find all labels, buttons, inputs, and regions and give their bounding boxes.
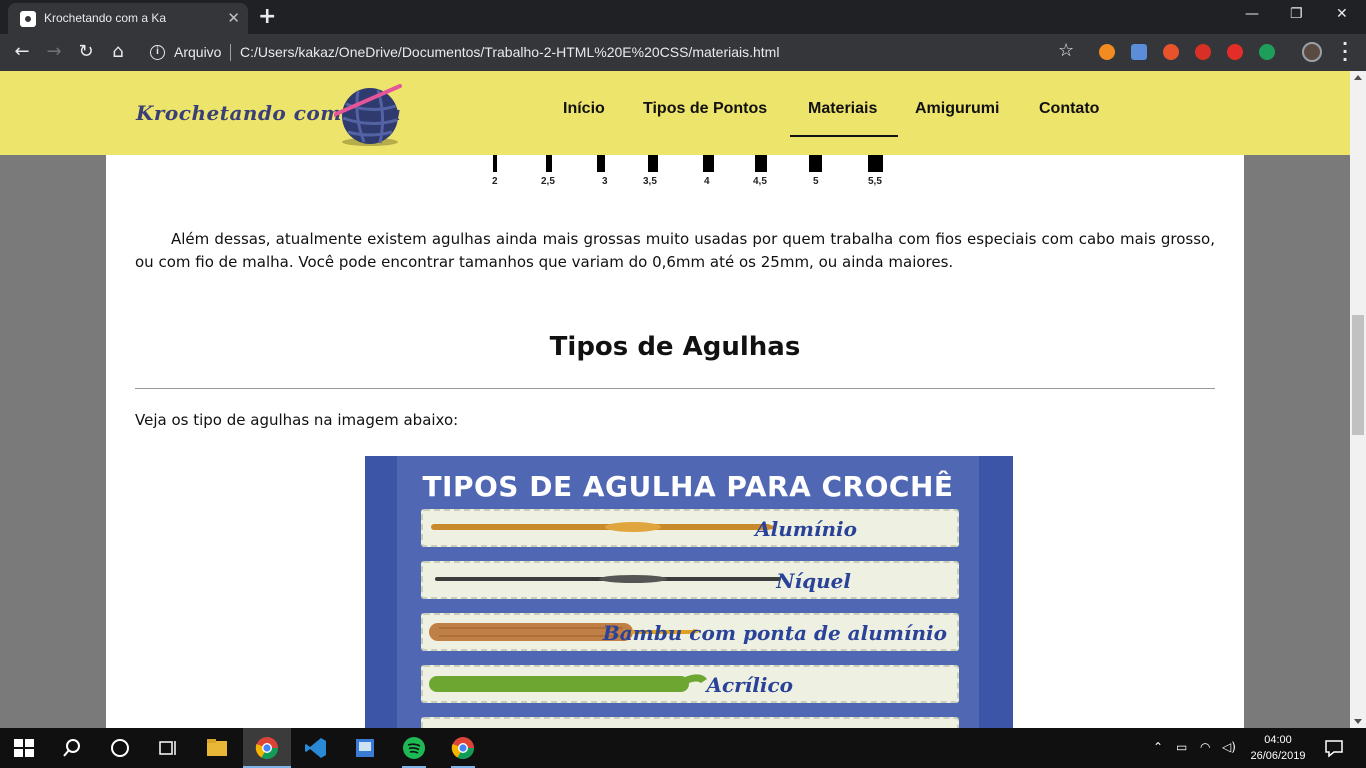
restore-window-icon[interactable]: ❐ bbox=[1290, 6, 1303, 22]
address-bar[interactable]: i Arquivo C:/Users/kakaz/OneDrive/Docume… bbox=[142, 38, 1084, 67]
extension-youtube-icon[interactable] bbox=[1227, 44, 1243, 60]
main-content: 2 2,5 3 3,5 4 4,5 5 5,5 Além dessas, atu… bbox=[106, 155, 1244, 728]
browser-tab[interactable]: Krochetando com a Ka ✕ bbox=[8, 3, 248, 34]
tab-title: Krochetando com a Ka bbox=[44, 11, 167, 25]
battery-icon[interactable]: ▭ bbox=[1176, 740, 1187, 754]
ruler-bar bbox=[868, 155, 883, 172]
ruler-label: 4,5 bbox=[753, 176, 767, 187]
ruler-label: 5 bbox=[813, 176, 819, 187]
hook-types-infographic: TIPOS DE AGULHA PARA CROCHÊ Alumínio Níq… bbox=[365, 456, 1013, 728]
volume-icon[interactable]: ◁) bbox=[1222, 740, 1236, 754]
paragraph-thick-hooks: Além dessas, atualmente existem agulhas … bbox=[135, 228, 1215, 274]
ruler-label: 5,5 bbox=[868, 176, 882, 187]
taskbar-clock[interactable]: 04:00 26/06/2019 bbox=[1248, 732, 1308, 764]
browser-menu-icon[interactable]: · · · bbox=[1340, 36, 1350, 68]
paragraph-see-image: Veja os tipo de agulhas na imagem abaixo… bbox=[135, 411, 459, 429]
site-favicon-icon bbox=[20, 11, 36, 27]
reload-icon[interactable]: ↻ bbox=[74, 40, 98, 64]
file-explorer-icon[interactable] bbox=[205, 736, 229, 760]
home-icon[interactable]: ⌂ bbox=[106, 40, 130, 64]
site-info-icon[interactable]: i bbox=[150, 45, 165, 60]
hook-row-niquel: Níquel bbox=[421, 561, 959, 599]
close-window-icon[interactable]: ✕ bbox=[1336, 6, 1348, 22]
ruler-bar bbox=[648, 155, 658, 172]
hook-label-acrilico: Acrílico bbox=[706, 673, 793, 697]
nav-item-tipos-de-pontos[interactable]: Tipos de Pontos bbox=[643, 100, 767, 118]
new-tab-button[interactable]: + bbox=[258, 4, 276, 29]
search-icon[interactable] bbox=[60, 736, 84, 760]
wifi-icon[interactable]: ◠ bbox=[1200, 740, 1210, 754]
bookmark-star-icon[interactable]: ☆ bbox=[1058, 40, 1074, 61]
nav-item-inicio[interactable]: Início bbox=[563, 100, 605, 118]
nav-item-materiais[interactable]: Materiais bbox=[808, 100, 877, 118]
chrome-icon[interactable] bbox=[255, 736, 279, 760]
site-header: Krochetando com a Ka Início Tipos de Pon… bbox=[0, 71, 1350, 155]
ruler-label: 3 bbox=[602, 176, 608, 187]
hook-row-acrilico: Acrílico bbox=[421, 665, 959, 703]
hook-label-niquel: Níquel bbox=[776, 569, 851, 593]
extension-play-icon[interactable] bbox=[1099, 44, 1115, 60]
page-viewport: Krochetando com a Ka Início Tipos de Pon… bbox=[0, 71, 1350, 728]
ruler-bar bbox=[755, 155, 767, 172]
browser-tab-strip: Krochetando com a Ka ✕ + — ❐ ✕ bbox=[0, 0, 1366, 34]
address-url[interactable]: C:/Users/kakaz/OneDrive/Documentos/Traba… bbox=[240, 44, 779, 60]
ruler-bar bbox=[597, 155, 605, 172]
back-arrow-icon[interactable]: ← bbox=[10, 40, 34, 64]
hook-row-aluminio: Alumínio bbox=[421, 509, 959, 547]
ruler-bar bbox=[703, 155, 714, 172]
ruler-bar bbox=[493, 155, 497, 172]
extension-adblock-icon[interactable] bbox=[1195, 44, 1211, 60]
tray-chevron-up-icon[interactable]: ⌃ bbox=[1153, 740, 1163, 754]
hook-label-aluminio: Alumínio bbox=[755, 517, 857, 541]
clock-time: 04:00 bbox=[1264, 734, 1292, 746]
aluminum-hook-icon bbox=[431, 522, 775, 532]
task-view-icon[interactable] bbox=[156, 736, 180, 760]
ruler-bar bbox=[546, 155, 552, 172]
ruler-label: 2,5 bbox=[541, 176, 555, 187]
ruler-label: 4 bbox=[704, 176, 710, 187]
address-scheme-label: Arquivo bbox=[174, 44, 222, 60]
extension-translate-icon[interactable] bbox=[1131, 44, 1147, 60]
forward-arrow-icon[interactable]: → bbox=[42, 40, 66, 64]
minimize-window-icon[interactable]: — bbox=[1245, 6, 1259, 22]
cortana-icon[interactable] bbox=[108, 736, 132, 760]
scroll-up-arrow-icon[interactable] bbox=[1354, 75, 1362, 80]
section-heading: Tipos de Agulhas bbox=[549, 332, 801, 362]
tab-close-icon[interactable]: ✕ bbox=[227, 9, 240, 27]
ruler-label: 2 bbox=[492, 176, 498, 187]
hook-row-bambu: Bambu com ponta de alumínio bbox=[421, 613, 959, 651]
notification-center-icon[interactable] bbox=[1322, 736, 1346, 760]
hook-label-bambu: Bambu com ponta de alumínio bbox=[602, 621, 947, 645]
paragraph-thick-hooks-text: Além dessas, atualmente existem agulhas … bbox=[135, 230, 1215, 271]
infographic-panel: TIPOS DE AGULHA PARA CROCHÊ Alumínio Níq… bbox=[397, 456, 979, 728]
section-divider bbox=[135, 388, 1215, 389]
nickel-hook-icon bbox=[435, 575, 781, 583]
spotify-icon[interactable] bbox=[402, 736, 426, 760]
hook-row-partial bbox=[421, 717, 959, 728]
photo-viewer-icon[interactable] bbox=[353, 736, 377, 760]
yarn-ball-icon bbox=[334, 84, 402, 146]
ruler-label: 3,5 bbox=[643, 176, 657, 187]
scroll-thumb[interactable] bbox=[1352, 315, 1364, 435]
scroll-down-arrow-icon[interactable] bbox=[1354, 719, 1362, 724]
ruler-bar bbox=[809, 155, 822, 172]
address-separator bbox=[230, 44, 231, 61]
nav-active-underline bbox=[790, 135, 898, 137]
extension-green-icon[interactable] bbox=[1259, 44, 1275, 60]
vscode-icon[interactable] bbox=[304, 736, 328, 760]
hook-size-ruler-image: 2 2,5 3 3,5 4 4,5 5 5,5 bbox=[486, 155, 906, 193]
clock-date: 26/06/2019 bbox=[1250, 750, 1306, 762]
profile-avatar[interactable] bbox=[1302, 42, 1322, 62]
nav-item-contato[interactable]: Contato bbox=[1039, 100, 1099, 118]
acrylic-hook-icon bbox=[429, 674, 707, 692]
infographic-title: TIPOS DE AGULHA PARA CROCHÊ bbox=[422, 470, 954, 503]
chrome-second-icon[interactable] bbox=[451, 736, 475, 760]
nav-item-amigurumi[interactable]: Amigurumi bbox=[915, 100, 999, 118]
browser-toolbar: ← → ↻ ⌂ i Arquivo C:/Users/kakaz/OneDriv… bbox=[0, 34, 1366, 71]
windows-start-icon[interactable] bbox=[12, 736, 36, 760]
windows-taskbar: ⌃ ▭ ◠ ◁) 04:00 26/06/2019 bbox=[0, 728, 1366, 768]
extension-fire-icon[interactable] bbox=[1163, 44, 1179, 60]
page-scrollbar[interactable] bbox=[1350, 71, 1366, 728]
